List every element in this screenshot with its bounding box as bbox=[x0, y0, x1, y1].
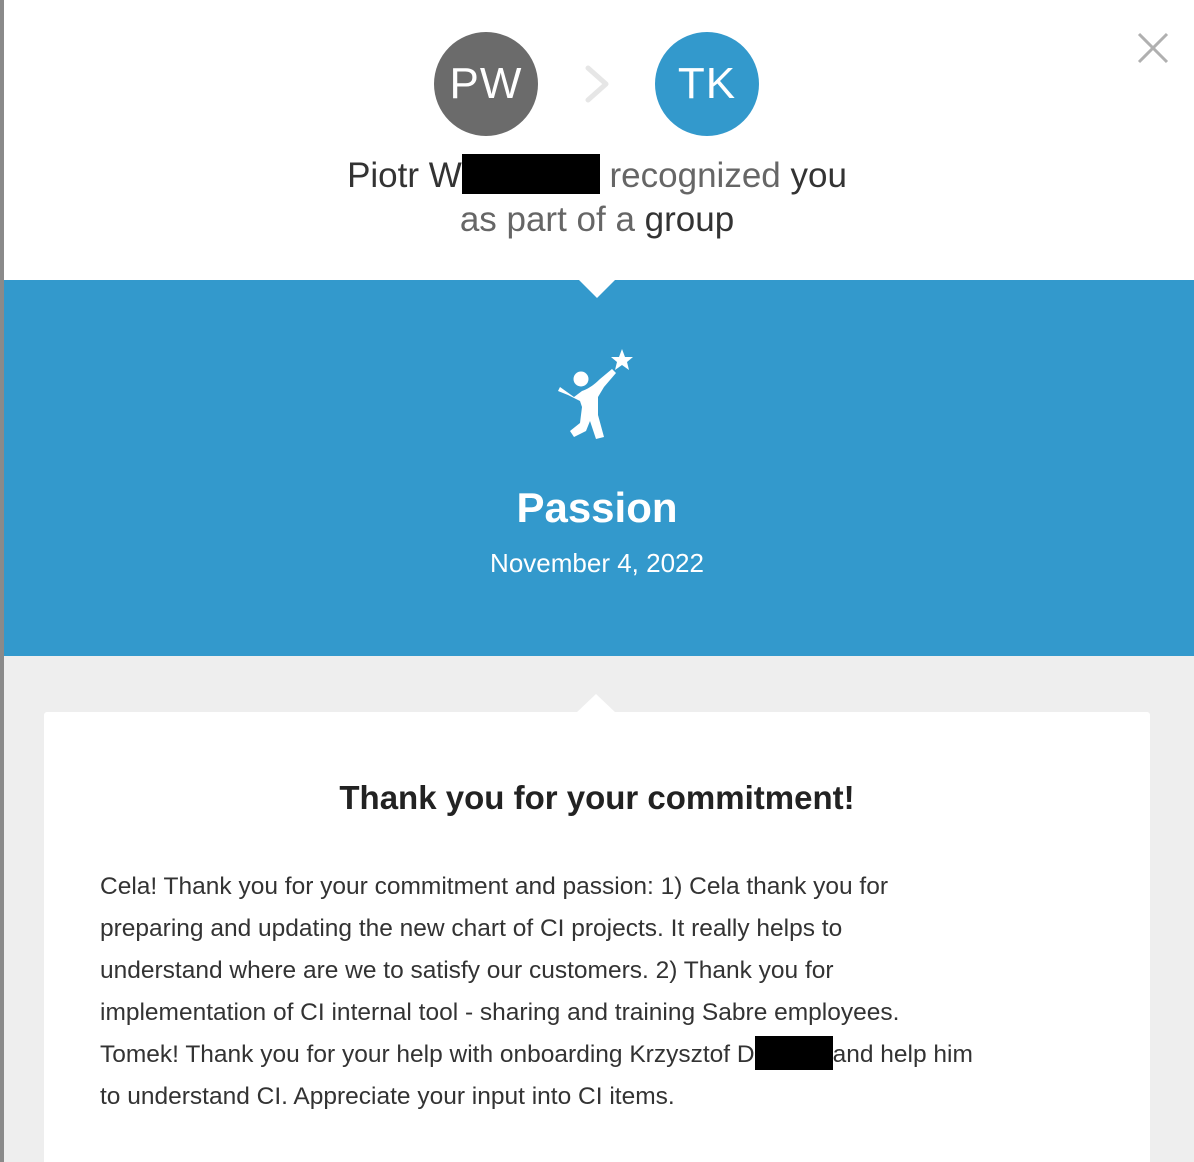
message-text-part: Tomek! Thank you for your help with onbo… bbox=[100, 1041, 755, 1068]
recognition-modal: PW TK Piotr W recognized you as part of … bbox=[0, 0, 1194, 1162]
redaction-bar bbox=[461, 153, 600, 194]
sender-avatar[interactable]: PW bbox=[434, 32, 538, 136]
message-body: Cela! Thank you for your commitment and … bbox=[100, 866, 1100, 1118]
recognized-text: recognized bbox=[609, 156, 781, 195]
message-line: implementation of CI internal tool - sha… bbox=[100, 999, 900, 1026]
message-line: Tomek! Thank you for your help with onbo… bbox=[100, 1034, 1100, 1076]
avatar-row: PW TK bbox=[0, 32, 1194, 136]
banner-notch bbox=[579, 280, 615, 298]
message-title: Thank you for your commitment! bbox=[339, 779, 855, 816]
message-line: understand where are we to satisfy our c… bbox=[100, 957, 834, 984]
value-banner bbox=[0, 280, 1194, 656]
star-reach-figure-icon bbox=[558, 349, 633, 439]
window-edge bbox=[0, 0, 4, 1162]
you-text: you bbox=[790, 156, 847, 195]
message-text-part: and help him bbox=[832, 1041, 973, 1068]
message-line: Cela! Thank you for your commitment and … bbox=[100, 873, 889, 900]
card-notch bbox=[576, 694, 616, 713]
message-line: preparing and updating the new chart of … bbox=[100, 915, 843, 942]
recognition-headline: Piotr W recognized you as part of a grou… bbox=[0, 153, 1194, 242]
headline-line-2: as part of a group bbox=[0, 198, 1194, 242]
chevron-right-icon bbox=[585, 65, 609, 103]
recognition-date: November 4, 2022 bbox=[490, 548, 704, 578]
message-line: to understand CI. Appreciate your input … bbox=[100, 1083, 675, 1110]
as-part-of-text: as part of a bbox=[459, 200, 635, 239]
sender-name[interactable]: Piotr W bbox=[347, 156, 462, 195]
redaction-bar bbox=[754, 1035, 833, 1070]
value-title: Passion bbox=[516, 484, 678, 531]
message-card: Thank you for your commitment! Cela! Tha… bbox=[44, 712, 1150, 1162]
group-text[interactable]: group bbox=[645, 200, 735, 239]
headline-line-1: Piotr W recognized you bbox=[0, 153, 1194, 198]
recipient-avatar[interactable]: TK bbox=[655, 32, 759, 136]
